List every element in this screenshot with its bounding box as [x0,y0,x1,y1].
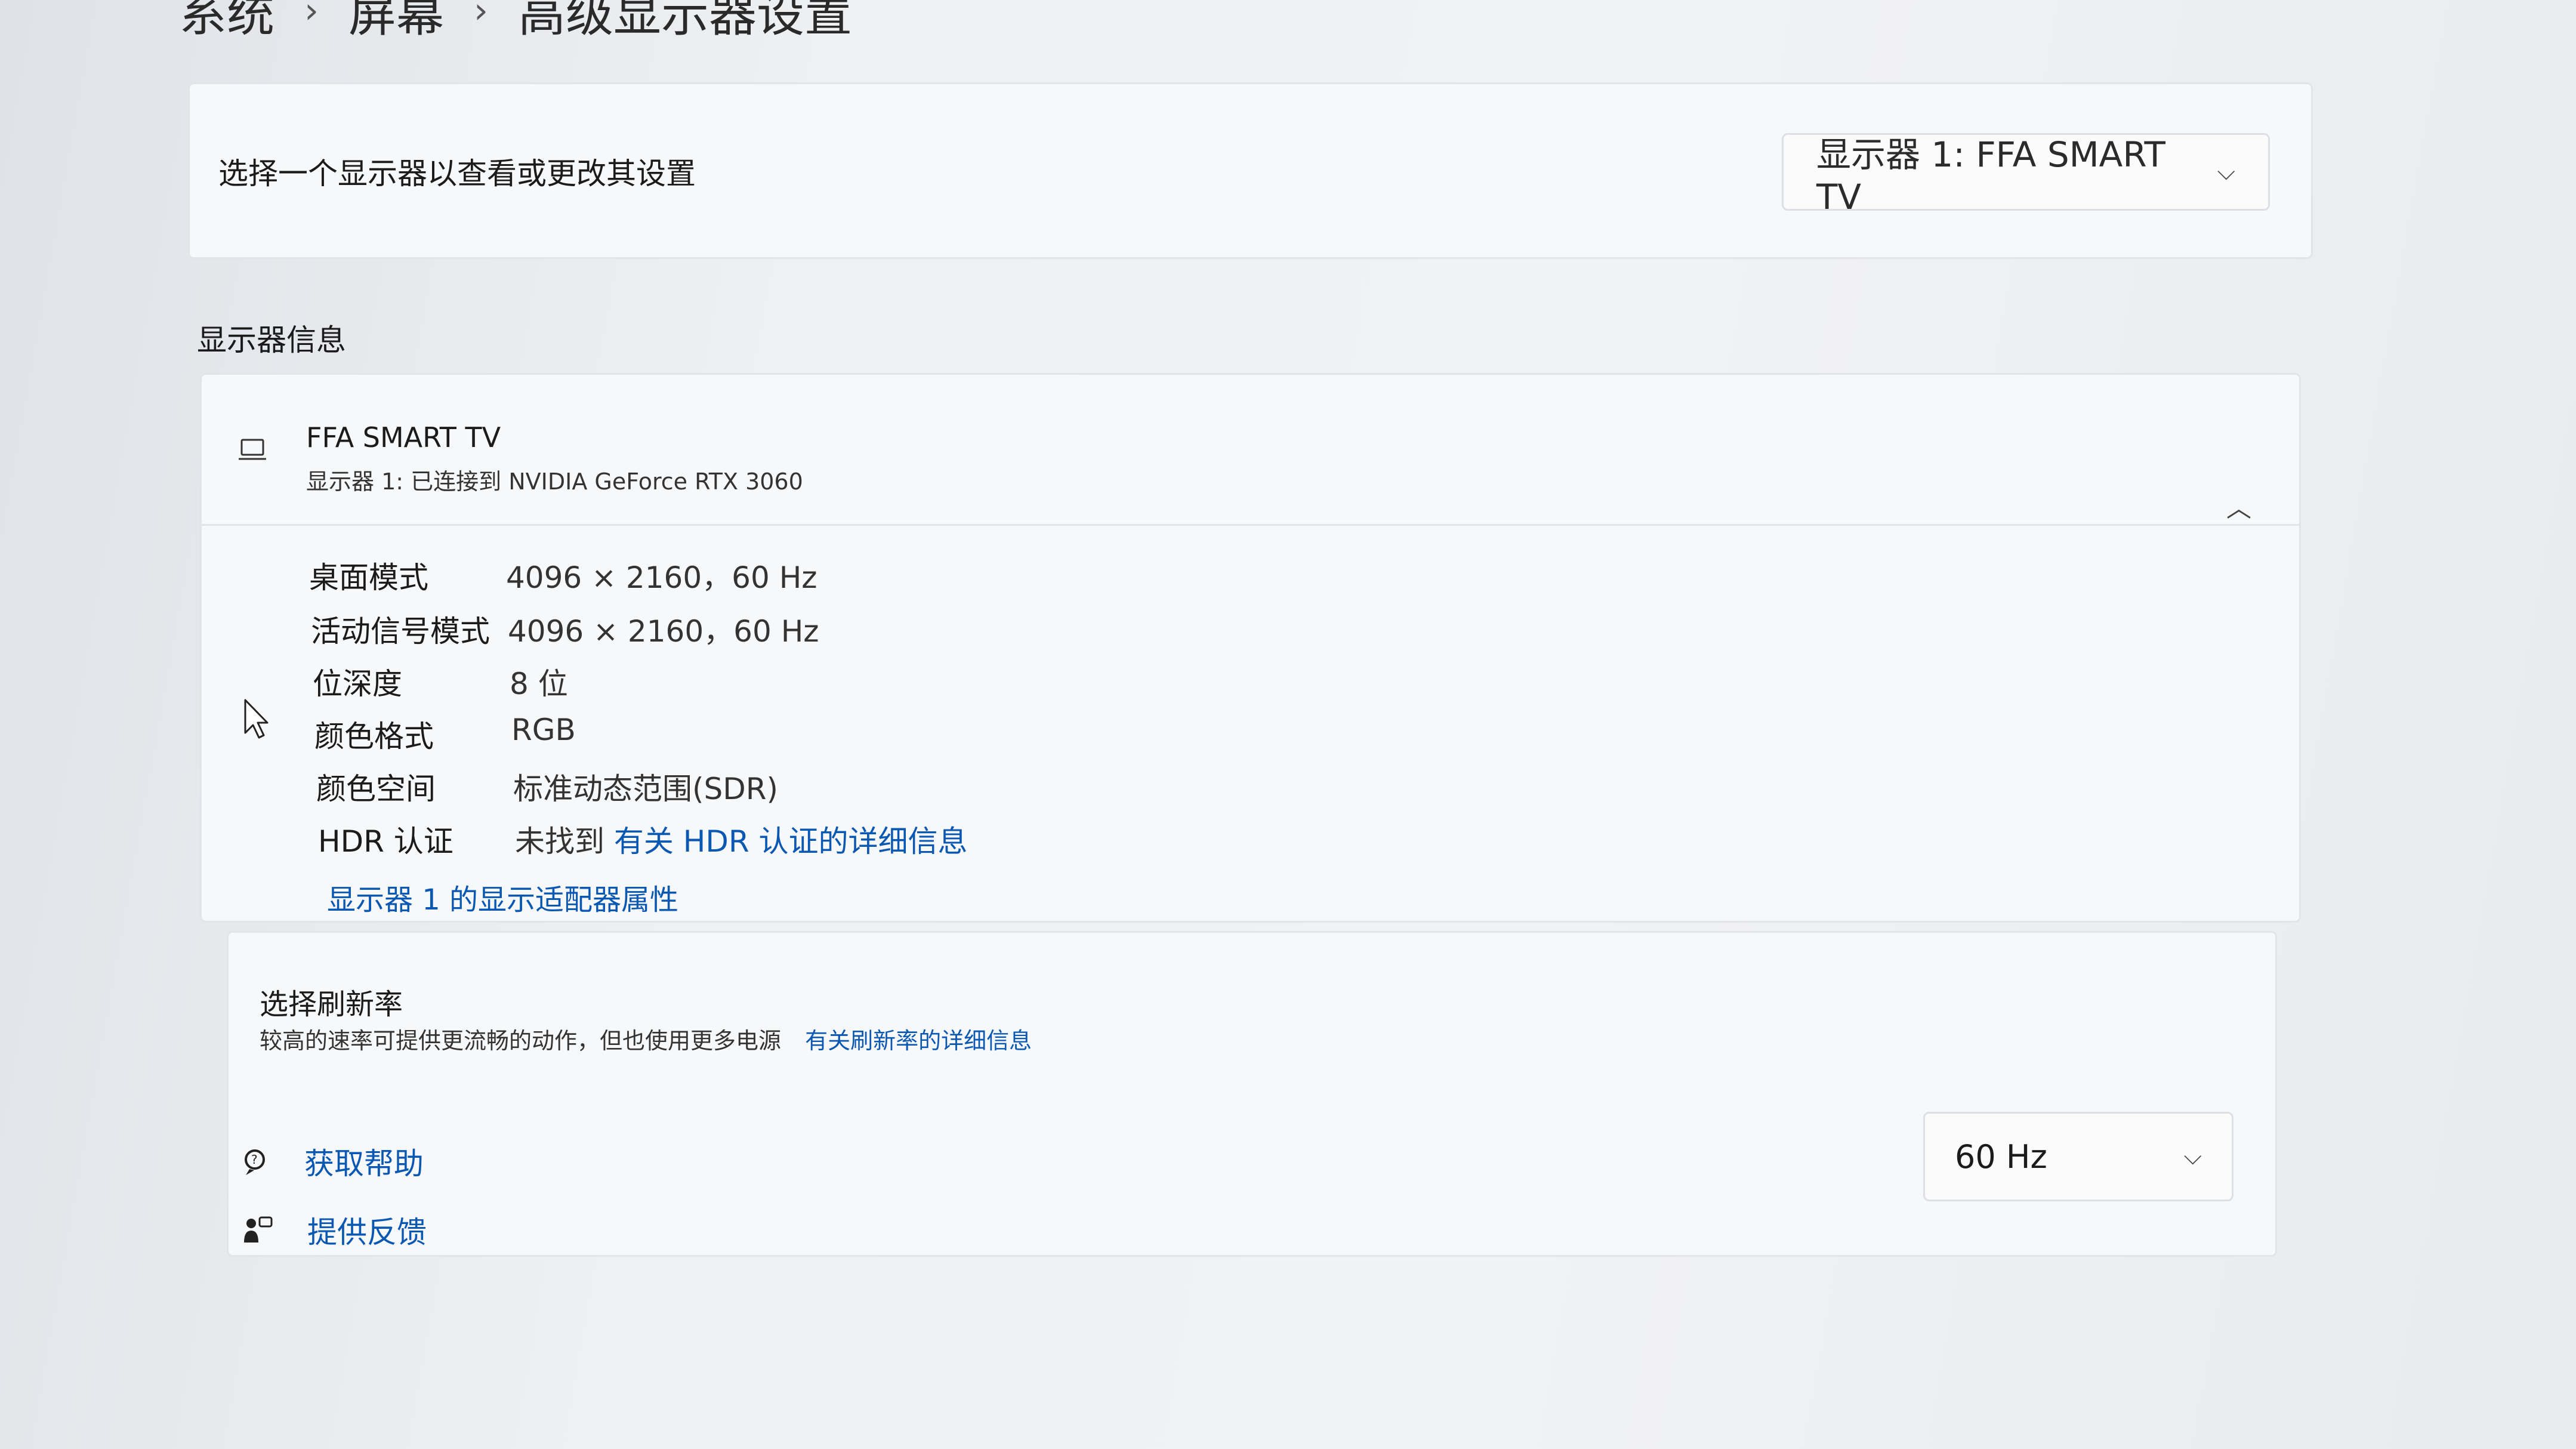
breadcrumb-display[interactable]: 屏幕 [348,0,444,45]
display-select-card: 选择一个显示器以查看或更改其设置 显示器 1: FFA SMART TV ⌵ [188,82,2313,259]
info-value: 8 位 [510,667,568,701]
monitor-dropdown-value: 显示器 1: FFA SMART TV [1816,134,2165,217]
settings-page: 系统 › 屏幕 › 高级显示器设置 选择一个显示器以查看或更改其设置 显示器 1… [0,0,2576,1449]
info-key: 位深度 [313,667,402,701]
laptop-icon [239,439,266,460]
help-icon: ? [245,1149,265,1175]
section-title-display-info: 显示器信息 [197,323,346,357]
get-help-label: 获取帮助 [304,1146,424,1181]
cursor-icon [244,699,269,739]
breadcrumb: 系统 › 屏幕 › 高级显示器设置 [179,0,852,45]
info-key: 颜色格式 [314,719,434,754]
info-row-bit-depth: 位深度 8 位 [313,660,568,703]
give-feedback-label: 提供反馈 [307,1215,427,1250]
display-select-label: 选择一个显示器以查看或更改其设置 [218,156,696,191]
page-title: 高级显示器设置 [518,0,852,42]
feedback-icon [244,1216,273,1243]
info-row-color-space: 颜色空间 标准动态范围(SDR) [316,765,778,808]
refresh-rate-title: 选择刷新率 [260,988,403,1021]
info-value: 标准动态范围(SDR) [513,772,778,806]
refresh-rate-value: 60 Hz [1955,1137,2047,1176]
get-help-link[interactable]: ? 获取帮助 [239,1140,424,1183]
refresh-rate-description: 较高的速率可提供更流畅的动作，但也使用更多电源 有关刷新率的详细信息 [260,1022,1032,1055]
monitor-dropdown[interactable]: 显示器 1: FFA SMART TV ⌵ [1782,133,2270,217]
refresh-rate-dropdown[interactable]: 60 Hz ⌵ [1923,1112,2233,1201]
monitor-connection: 显示器 1: 已连接到 NVIDIA GeForce RTX 3060 [306,468,803,495]
chevron-down-icon: ⌵ [2183,1143,2202,1170]
info-value: 未找到 有关 HDR 认证的详细信息 [515,818,968,861]
refresh-rate-description-text: 较高的速率可提供更流畅的动作，但也使用更多电源 [260,1028,782,1054]
info-value: 4096 × 2160，60 Hz [506,560,817,595]
info-row-active-signal-mode: 活动信号模式 4096 × 2160，60 Hz [311,608,819,650]
hdr-status: 未找到 [515,824,604,859]
breadcrumb-separator: › [474,0,488,32]
display-adapter-properties-link[interactable]: 显示器 1 的显示适配器属性 [327,876,678,918]
info-key: 桌面模式 [309,560,428,595]
display-info-card: FFA SMART TV 显示器 1: 已连接到 NVIDIA GeForce … [200,373,2301,923]
info-value: RGB [511,713,576,747]
svg-text:?: ? [251,1152,258,1167]
refresh-rate-card: 选择刷新率 较高的速率可提供更流畅的动作，但也使用更多电源 有关刷新率的详细信息… [227,931,2277,1257]
info-key: 活动信号模式 [311,614,490,649]
info-key: HDR 认证 [318,824,454,859]
give-feedback-link[interactable]: 提供反馈 [242,1208,427,1251]
info-row-color-format: 颜色格式 RGB [314,713,576,756]
chevron-down-icon: ⌵ [2217,158,2235,186]
hdr-details-link[interactable]: 有关 HDR 认证的详细信息 [614,824,968,859]
monitor-name: FFA SMART TV [306,421,501,454]
refresh-rate-details-link[interactable]: 有关刷新率的详细信息 [805,1028,1032,1054]
breadcrumb-separator: › [304,0,319,32]
info-row-hdr-certification: HDR 认证 未找到 有关 HDR 认证的详细信息 [318,818,968,861]
display-info-header[interactable]: FFA SMART TV 显示器 1: 已连接到 NVIDIA GeForce … [202,375,2299,526]
info-value: 4096 × 2160，60 Hz [508,614,819,649]
chevron-up-icon[interactable]: ︿ [2226,488,2251,525]
info-key: 颜色空间 [316,772,436,806]
breadcrumb-system[interactable]: 系统 [179,0,274,45]
info-row-desktop-mode: 桌面模式 4096 × 2160，60 Hz [309,554,817,597]
